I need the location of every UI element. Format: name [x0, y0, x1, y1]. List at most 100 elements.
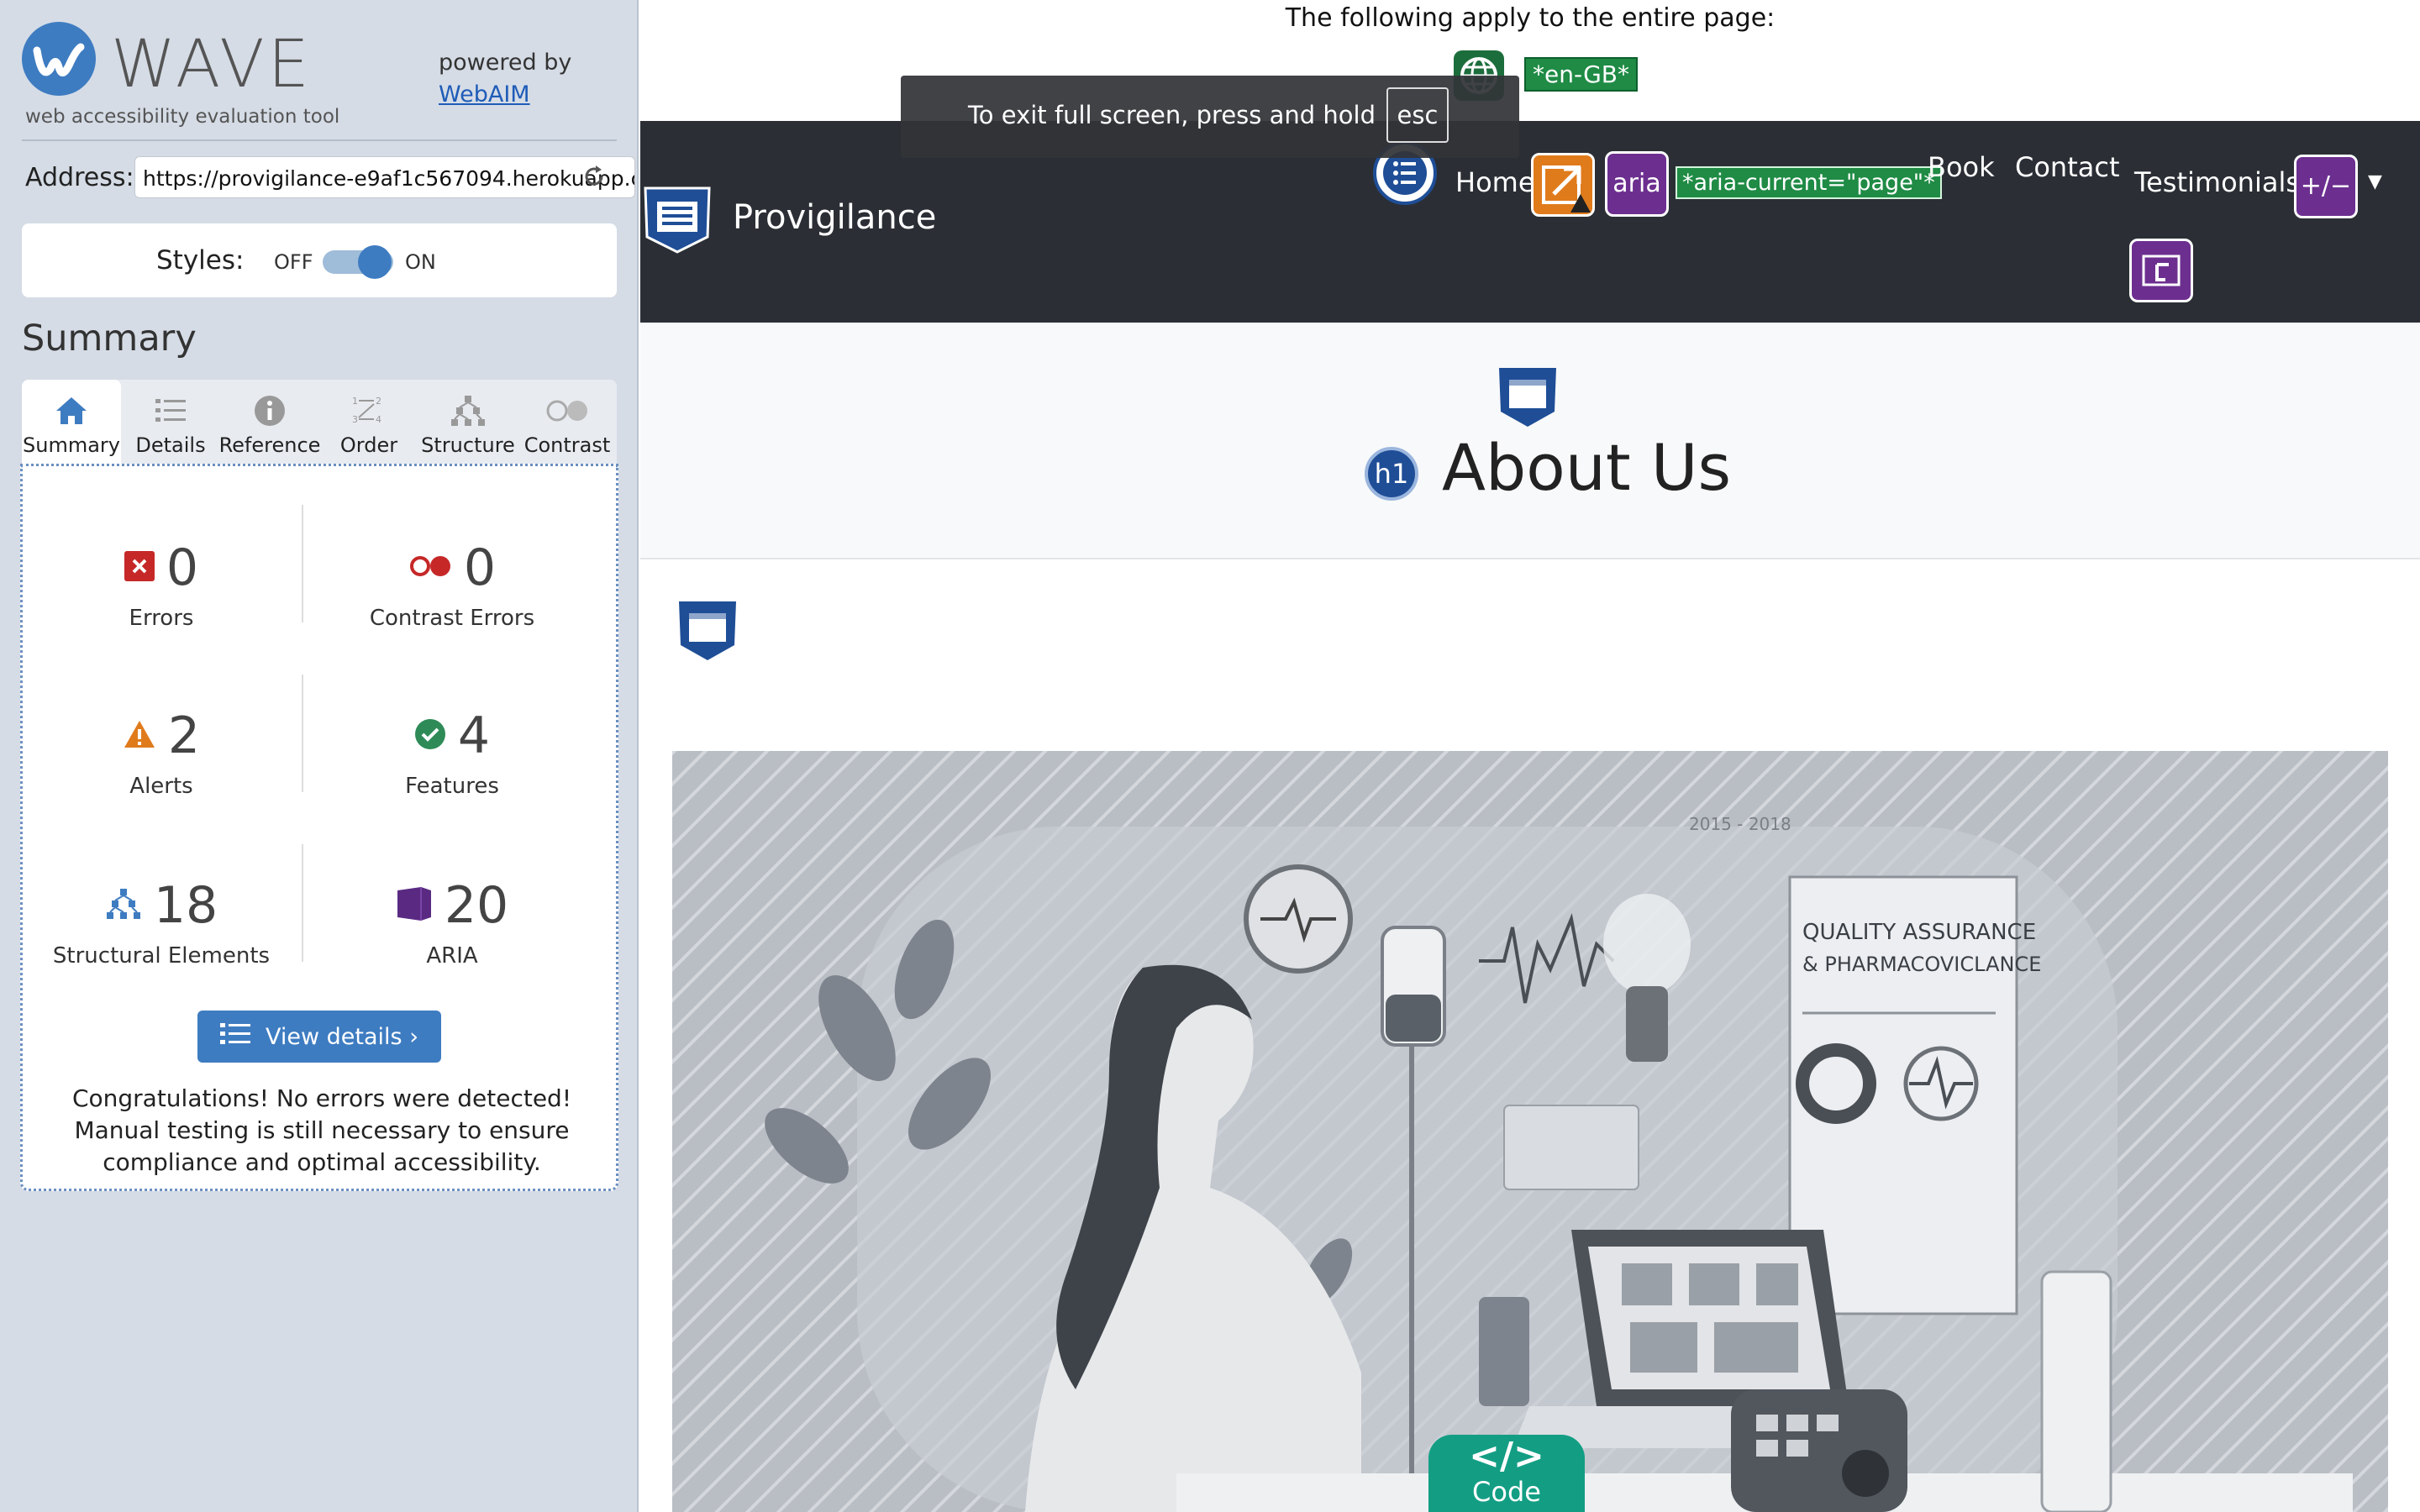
code-label: Code [1472, 1476, 1541, 1508]
svg-text:1: 1 [352, 396, 358, 407]
aria-count: 20 [444, 876, 509, 935]
region-icon[interactable] [677, 598, 738, 662]
congrats-message: Congratulations! No errors were detected… [71, 1084, 572, 1176]
stat-alerts[interactable]: 2 Alerts [23, 706, 300, 799]
error-icon [124, 551, 155, 585]
banner-line-1: QUALITY ASSURANCE [1802, 920, 2036, 945]
chevron-down-icon[interactable]: ▼ [2368, 171, 2382, 192]
divider [302, 844, 303, 962]
powered-by-text: powered by [439, 50, 572, 76]
nav-home[interactable]: Home [1455, 166, 1535, 198]
styles-on-label: ON [405, 250, 436, 274]
list-icon [220, 1021, 250, 1053]
details-list-icon [121, 388, 220, 433]
nav-testimonials[interactable]: Testimonials [2134, 166, 2300, 198]
tab-order[interactable]: 1234 Order [319, 380, 418, 464]
panel-tabs: Summary Details Reference 1234 Order Str… [22, 380, 617, 464]
nav-book[interactable]: Book [1928, 151, 1995, 183]
wave-logo[interactable]: WAVE web accessibility evaluation tool p… [22, 22, 627, 131]
styles-toggle[interactable] [323, 245, 393, 279]
features-count: 4 [457, 706, 491, 765]
aria-icon [396, 885, 433, 926]
svg-text:2: 2 [376, 396, 381, 407]
banner-line-2: & PHARMACOVICLANCE [1802, 953, 2041, 976]
about-illustration: QUALITY ASSURANCE & PHARMACOVICLANCE 201… [672, 751, 2388, 1512]
svg-text:3: 3 [352, 414, 358, 425]
esc-key: esc [1386, 87, 1449, 143]
styles-toggle-box: Styles: OFF ON [22, 223, 617, 297]
summary-title: Summary [22, 318, 197, 360]
page-preview: The following apply to the entire page: … [640, 0, 2420, 1512]
stat-errors[interactable]: 0 Errors [23, 538, 300, 631]
fullscreen-message: To exit full screen, press and hold [968, 101, 1376, 129]
address-bar: Address: https://provigilance-e9af1c5670… [24, 156, 635, 198]
code-icon: </> [1469, 1435, 1544, 1478]
alerts-count: 2 [167, 706, 201, 765]
stat-structural-elements[interactable]: 18 Structural Elements [23, 876, 300, 969]
page-title: About Us [1442, 430, 1732, 505]
alerts-label: Alerts [129, 774, 193, 799]
divider [302, 675, 303, 792]
contrast-error-icon [408, 554, 452, 582]
region-icon[interactable] [1497, 365, 1558, 428]
region-icon[interactable] [640, 181, 714, 255]
order-icon: 1 2 3 4 [319, 388, 418, 433]
webaim-link[interactable]: WebAIM [439, 81, 530, 108]
h1-badge[interactable]: h1 [1365, 447, 1418, 501]
contrast-errors-label: Contrast Errors [369, 606, 535, 631]
alert-icon [123, 719, 156, 753]
aria-current-badge: *aria-current="page"* [1676, 166, 1942, 199]
new-window-alert-icon[interactable] [1531, 153, 1595, 217]
divider [302, 505, 303, 622]
powered-by: powered by WebAIM [439, 47, 571, 111]
errors-label: Errors [129, 606, 194, 631]
aria-label: ARIA [426, 943, 478, 969]
styles-off-label: OFF [274, 250, 313, 274]
structural-count: 18 [153, 876, 218, 935]
hero-section: h1 About Us [640, 323, 2420, 559]
divider [22, 139, 617, 141]
svg-text:4: 4 [376, 414, 381, 425]
stat-aria[interactable]: 20 ARIA [313, 876, 591, 969]
features-label: Features [405, 774, 499, 799]
home-icon [22, 388, 121, 433]
tab-reference[interactable]: Reference [219, 380, 320, 464]
summary-panel: 0 Errors 0 Contrast Errors 2 Alerts 4 Fe… [20, 464, 618, 1191]
tab-label: Contrast [523, 433, 611, 457]
aria-icon[interactable]: aria [1605, 151, 1669, 217]
fullscreen-toast: To exit full screen, press and hold esc [901, 76, 1519, 158]
structure-elements-icon [105, 887, 142, 924]
touch-icon[interactable] [2129, 239, 2193, 302]
page-wide-note: The following apply to the entire page: [1285, 3, 1776, 33]
wave-logo-icon [22, 22, 96, 96]
address-label: Address: [25, 163, 134, 192]
wave-logo-text: WAVE [111, 27, 313, 102]
brand-name[interactable]: Provigilance [733, 198, 936, 237]
feature-icon [414, 718, 446, 753]
tab-contrast[interactable]: Contrast [518, 380, 617, 464]
language-badge: *en-GB* [1524, 57, 1639, 92]
info-icon [220, 388, 319, 433]
expand-collapse-icon[interactable]: +/− [2294, 155, 2358, 218]
view-details-label: View details › [266, 1023, 418, 1050]
stat-contrast-errors[interactable]: 0 Contrast Errors [313, 538, 591, 631]
tab-structure[interactable]: Structure [418, 380, 518, 464]
tab-details[interactable]: Details [121, 380, 220, 464]
styles-label: Styles: [156, 245, 245, 276]
reload-icon[interactable] [581, 164, 607, 189]
structure-icon [418, 388, 518, 433]
toggle-knob [358, 245, 392, 279]
nav-contact[interactable]: Contact [2015, 151, 2120, 183]
contrast-icon [518, 388, 617, 433]
structural-label: Structural Elements [52, 943, 271, 969]
errors-count: 0 [166, 538, 199, 597]
stat-features[interactable]: 4 Features [313, 706, 591, 799]
address-input[interactable]: https://provigilance-e9af1c567094.heroku… [134, 156, 635, 198]
wave-sidebar: WAVE web accessibility evaluation tool p… [0, 0, 639, 1512]
view-details-button[interactable]: View details › [197, 1011, 441, 1063]
contrast-errors-count: 0 [463, 538, 497, 597]
tab-summary[interactable]: Summary [22, 380, 121, 464]
code-toggle-button[interactable]: </> Code [1428, 1435, 1585, 1512]
year-text: 2015 - 2018 [1689, 814, 1791, 834]
wave-tagline: web accessibility evaluation tool [25, 106, 340, 128]
